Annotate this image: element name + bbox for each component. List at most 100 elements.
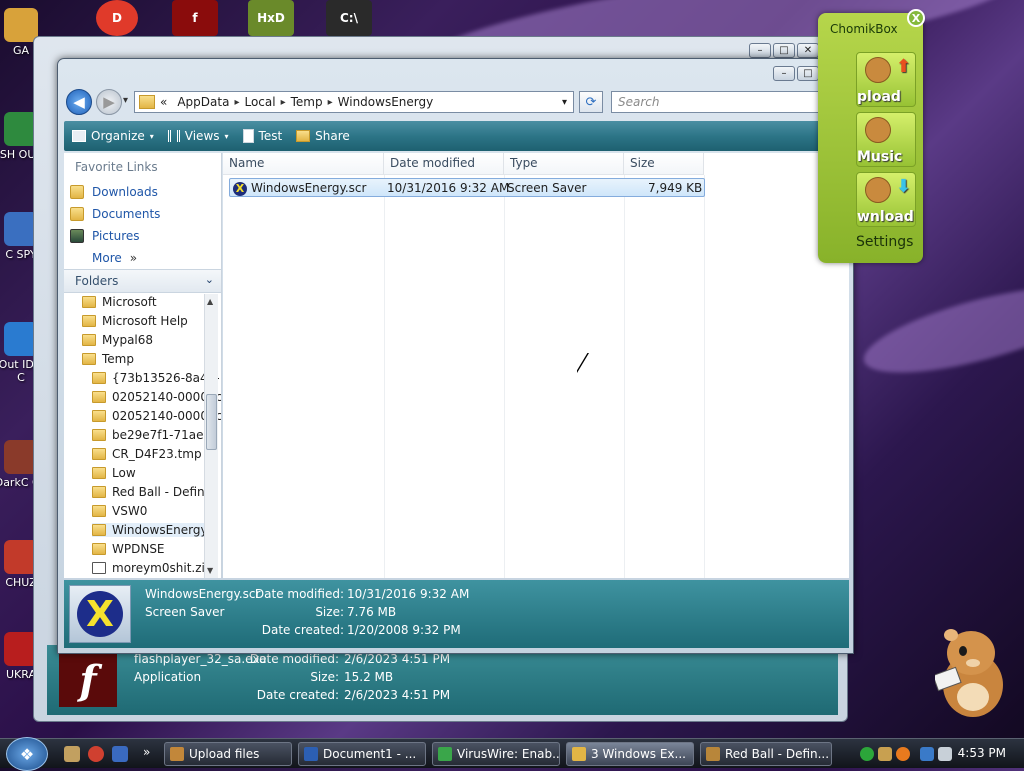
quick-launch-icon[interactable] bbox=[88, 746, 104, 762]
chomikbox-action-button[interactable]: ⬆ pload bbox=[856, 52, 916, 107]
details-size: 15.2 MB bbox=[344, 670, 394, 684]
explorer-window[interactable]: – □ ✕ ◀ ▶ ▾ « AppData ▸ Local ▸ Temp ▸ W… bbox=[57, 58, 854, 654]
taskbar-button[interactable]: Document1 - ... bbox=[298, 742, 426, 766]
folder-tree-label: moreym0shit.zip bbox=[112, 561, 213, 575]
folder-icon bbox=[92, 410, 106, 422]
folder-tree-item[interactable]: Low bbox=[92, 466, 136, 480]
close-button[interactable]: ✕ bbox=[797, 43, 819, 58]
folder-tree-label: Microsoft bbox=[102, 295, 157, 309]
folder-icon bbox=[92, 505, 106, 517]
scroll-up-arrow-icon[interactable]: ▲ bbox=[207, 297, 213, 306]
views-menu[interactable]: Views ▾ bbox=[167, 129, 229, 143]
folder-tree-item[interactable]: moreym0shit.zip bbox=[92, 561, 212, 575]
back-button[interactable]: ◀ bbox=[66, 89, 92, 115]
column-header-name[interactable]: Name bbox=[223, 153, 384, 175]
refresh-button[interactable]: ⟳ bbox=[579, 91, 603, 113]
search-input[interactable]: Search ⌕ bbox=[611, 91, 846, 113]
folder-tree-item[interactable]: 02052140-00000c bbox=[92, 390, 221, 404]
maximize-button[interactable]: □ bbox=[797, 66, 819, 81]
details-date-created: 1/20/2008 9:32 PM bbox=[347, 623, 461, 637]
more-arrow-icon: » bbox=[129, 251, 138, 265]
folder-tree-item[interactable]: WPDNSE bbox=[92, 542, 165, 556]
folder-tree-label: Red Ball - Definit bbox=[112, 485, 213, 499]
download-arrow-icon: ⬇ bbox=[895, 176, 911, 197]
folder-tree-scrollbar[interactable]: ▲ ▼ bbox=[204, 294, 218, 578]
folder-tree-item[interactable]: 02052140-00000c bbox=[92, 409, 221, 423]
file-row-selected[interactable]: X WindowsEnergy.scr 10/31/2016 9:32 AM Sc… bbox=[229, 178, 705, 197]
favorite-link-pictures[interactable]: Pictures bbox=[70, 229, 140, 243]
folder-icon bbox=[92, 391, 106, 403]
volume-muted-icon[interactable] bbox=[938, 747, 952, 761]
folder-tree-label: Low bbox=[112, 466, 136, 480]
chevron-down-icon: ⌄ bbox=[204, 273, 214, 286]
favorite-link-more[interactable]: More » bbox=[92, 251, 137, 265]
column-header-type[interactable]: Type bbox=[504, 153, 624, 175]
desktop-shortcut-icon[interactable]: D bbox=[96, 0, 138, 36]
folder-icon bbox=[82, 353, 96, 365]
taskbar-button[interactable]: Red Ball - Defin... bbox=[700, 742, 832, 766]
breadcrumb-local[interactable]: Local bbox=[239, 95, 280, 109]
tray-icon[interactable] bbox=[896, 747, 910, 761]
minimize-button[interactable]: – bbox=[749, 43, 771, 58]
chomikbox-settings-link[interactable]: Settings bbox=[856, 234, 913, 250]
tray-icon[interactable] bbox=[878, 747, 892, 761]
breadcrumb-appdata[interactable]: AppData bbox=[172, 95, 234, 109]
column-header-date-modified[interactable]: Date modified bbox=[384, 153, 504, 175]
folder-tree-item[interactable]: Mypal68 bbox=[82, 333, 153, 347]
folder-tree-label: Microsoft Help bbox=[102, 314, 188, 328]
navigation-bar: ◀ ▶ ▾ « AppData ▸ Local ▸ Temp ▸ Windows… bbox=[66, 89, 846, 115]
scroll-down-arrow-icon[interactable]: ▼ bbox=[207, 566, 213, 575]
address-bar[interactable]: « AppData ▸ Local ▸ Temp ▸ WindowsEnergy… bbox=[134, 91, 574, 113]
chomikbox-button-label: Music bbox=[857, 149, 903, 165]
details-date-modified-label: Date modified: bbox=[249, 652, 339, 666]
folder-tree-item[interactable]: Microsoft Help bbox=[82, 314, 188, 328]
folder-tree-item[interactable]: CR_D4F23.tmp bbox=[92, 447, 202, 461]
quick-launch-icon[interactable] bbox=[112, 746, 128, 762]
command-bar: Organize ▾ Views ▾ Test Share ? bbox=[64, 121, 849, 151]
recent-pages-dropdown[interactable]: ▾ bbox=[123, 95, 128, 106]
chomikbox-action-button[interactable]: ⬇ wnload bbox=[856, 172, 916, 227]
chomikbox-close-button[interactable]: X bbox=[907, 9, 925, 27]
desktop-shortcut-icon[interactable]: f bbox=[172, 0, 218, 36]
favorite-link-documents[interactable]: Documents bbox=[70, 207, 160, 221]
favorite-link-downloads[interactable]: Downloads bbox=[70, 185, 158, 199]
taskbar-button[interactable]: 3 Windows Ex... bbox=[566, 742, 694, 766]
column-header-size[interactable]: Size bbox=[624, 153, 704, 175]
chomikbox-gadget[interactable]: ChomikBox X ⬆ pload Music ⬇ wnload Settings bbox=[818, 9, 925, 263]
forward-button[interactable]: ▶ bbox=[96, 89, 122, 115]
organize-menu[interactable]: Organize ▾ bbox=[72, 129, 154, 143]
folder-tree-item[interactable]: Microsoft bbox=[82, 295, 157, 309]
network-icon[interactable] bbox=[920, 747, 934, 761]
chomikbox-action-button[interactable]: Music bbox=[856, 112, 916, 167]
address-dropdown-icon[interactable]: ▾ bbox=[562, 97, 567, 108]
test-button[interactable]: Test bbox=[242, 129, 282, 143]
breadcrumb-temp[interactable]: Temp bbox=[286, 95, 328, 109]
folder-tree-item[interactable]: VSW0 bbox=[92, 504, 147, 518]
taskbar-button[interactable]: Upload files bbox=[164, 742, 292, 766]
folder-tree-item[interactable]: be29e7f1-71ae-4 bbox=[92, 428, 215, 442]
address-prefix[interactable]: « bbox=[155, 95, 172, 109]
quick-launch-chevron-icon[interactable]: » bbox=[143, 745, 150, 759]
taskbar-button[interactable]: VirusWire: Enab... bbox=[432, 742, 560, 766]
file-name-cell: X WindowsEnergy.scr bbox=[233, 181, 366, 196]
desktop-shortcut-icon[interactable]: HxD bbox=[248, 0, 294, 36]
documents-folder-icon bbox=[70, 207, 84, 221]
organize-icon bbox=[72, 130, 86, 142]
document-icon bbox=[242, 129, 254, 143]
breadcrumb-windowsenergy[interactable]: WindowsEnergy bbox=[333, 95, 439, 109]
tray-icon[interactable] bbox=[860, 747, 874, 761]
folder-tree-item[interactable]: WindowsEnergy bbox=[92, 523, 208, 537]
share-button[interactable]: Share bbox=[296, 129, 350, 143]
start-button[interactable]: ❖ bbox=[6, 737, 48, 771]
folder-tree-item[interactable]: {73b13526-8a48- bbox=[92, 371, 220, 385]
folders-header[interactable]: Folders ⌄ bbox=[64, 269, 221, 293]
desktop-shortcut-icon[interactable]: C:\ bbox=[326, 0, 372, 36]
scrollbar-thumb[interactable] bbox=[206, 394, 217, 450]
folder-icon bbox=[92, 524, 106, 536]
quick-launch-icon[interactable] bbox=[64, 746, 80, 762]
folder-tree-item[interactable]: Temp bbox=[82, 352, 134, 366]
maximize-button[interactable]: □ bbox=[773, 43, 795, 58]
clock[interactable]: 4:53 PM bbox=[958, 746, 1006, 760]
minimize-button[interactable]: – bbox=[773, 66, 795, 81]
folder-tree-item[interactable]: Red Ball - Definit bbox=[92, 485, 213, 499]
